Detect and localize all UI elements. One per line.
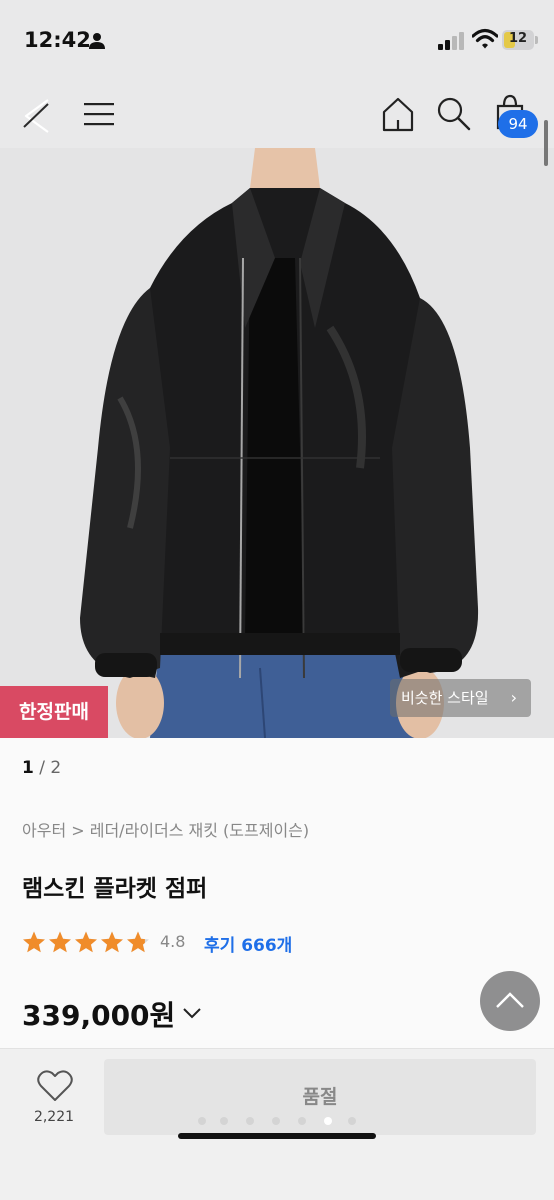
back-icon[interactable]: [18, 94, 58, 134]
person-icon: [89, 33, 105, 49]
battery-level-text: 12: [508, 31, 528, 46]
chevron-right-icon: ›: [510, 688, 517, 707]
scrollbar[interactable]: [544, 120, 548, 166]
pager-current: 1: [22, 758, 34, 778]
carousel-dot: [298, 1117, 306, 1125]
chevron-up-icon: [496, 992, 524, 1008]
search-icon[interactable]: [434, 94, 474, 134]
star-fill: [75, 931, 97, 953]
chevron-down-icon[interactable]: [180, 1002, 204, 1024]
star-fill: [23, 931, 45, 953]
category-breadcrumb[interactable]: 아우터 > 레더/라이더스 재킷 (도프제이슨): [22, 817, 309, 841]
carousel-dot: [348, 1117, 356, 1125]
star-fill: [49, 931, 71, 953]
wifi-icon: [472, 28, 498, 49]
rating-value: 4.8: [160, 932, 186, 951]
product-info: 1 / 2 아우터 > 레더/라이더스 재킷 (도프제이슨) 램스킨 플라켓 점…: [0, 738, 554, 1048]
product-price: 339,000원: [22, 999, 176, 1032]
bottom-action-bar: 2,221 품절: [0, 1048, 554, 1200]
scroll-to-top-button[interactable]: [480, 971, 540, 1031]
similar-style-label: 비슷한 스타일: [401, 689, 489, 707]
product-title: 램스킨 플라켓 점퍼: [22, 876, 208, 902]
like-count: 2,221: [33, 1109, 75, 1125]
cart-count-badge: 94: [498, 110, 538, 138]
similar-style-button[interactable]: 비슷한 스타일 ›: [390, 679, 531, 717]
carousel-dot: [220, 1117, 228, 1125]
image-pager: 1 / 2: [22, 758, 61, 778]
jacket-photo: [0, 148, 554, 738]
star-rating-icon: [23, 931, 149, 953]
signal-icon: [438, 32, 464, 50]
home-icon[interactable]: [378, 94, 418, 134]
heart-icon[interactable]: [36, 1069, 74, 1103]
carousel-dots: [196, 1115, 366, 1127]
carousel-dot: [198, 1117, 206, 1125]
app-header: [0, 80, 554, 148]
limited-sale-badge: 한정판매: [0, 686, 108, 738]
status-time: 12:42: [24, 28, 91, 52]
product-image[interactable]: [0, 148, 554, 738]
carousel-dot: [246, 1117, 254, 1125]
home-indicator: [178, 1133, 376, 1139]
review-count-link[interactable]: 후기 666개: [204, 931, 292, 956]
status-bar: 12:42 12: [0, 0, 554, 80]
star-fill: [101, 931, 123, 953]
battery-icon: 12: [502, 30, 538, 50]
menu-icon[interactable]: [80, 94, 120, 134]
carousel-dot-active: [324, 1117, 332, 1125]
carousel-dot: [272, 1117, 280, 1125]
pager-total: / 2: [39, 758, 62, 778]
